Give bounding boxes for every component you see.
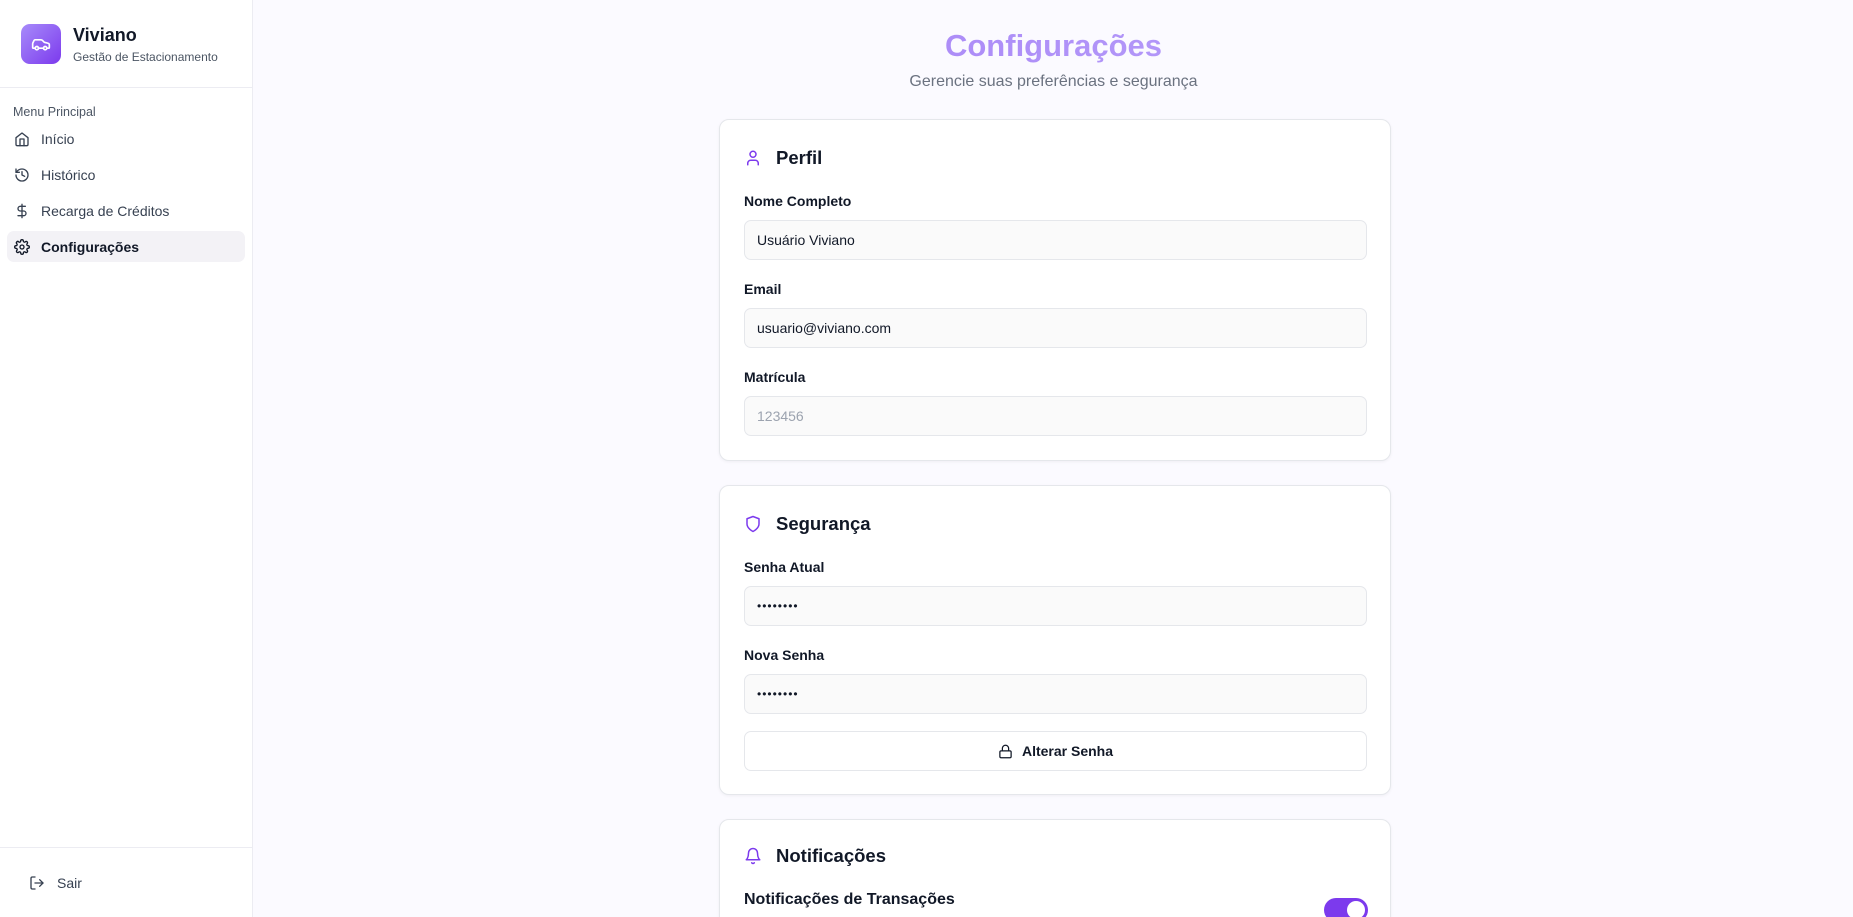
brand-name: Viviano — [73, 24, 137, 45]
menu-section-label: Menu Principal — [13, 105, 96, 119]
notifications-title-text: Notificações — [776, 845, 887, 866]
current-password-field[interactable] — [744, 586, 1367, 626]
dollar-icon — [14, 203, 30, 219]
new-password-field[interactable] — [744, 674, 1367, 714]
shield-icon — [744, 515, 762, 533]
sidebar-item-recarga[interactable]: Recarga de Créditos — [7, 195, 245, 226]
notifications-card-title: Notificações — [744, 845, 886, 867]
change-password-label: Alterar Senha — [1021, 743, 1114, 759]
full-name-field[interactable] — [744, 220, 1367, 260]
current-password-label: Senha Atual — [744, 559, 825, 575]
history-icon — [14, 167, 30, 183]
email-field[interactable] — [744, 308, 1367, 348]
sidebar-item-label: Configurações — [41, 238, 140, 255]
matricula-field[interactable] — [744, 396, 1367, 436]
notifications-card: Notificações Notificações de Transações — [719, 819, 1391, 917]
page-title: Configurações — [254, 28, 1853, 64]
page-subtitle: Gerencie suas preferências e segurança — [909, 73, 1198, 90]
home-icon — [14, 131, 30, 147]
logout-button[interactable]: Sair — [0, 847, 252, 917]
security-card: Segurança Senha Atual Nova Senha Alterar… — [719, 485, 1391, 795]
full-name-label: Nome Completo — [744, 193, 852, 209]
sidebar-item-label: Histórico — [41, 166, 96, 183]
brand-subtitle: Gestão de Estacionamento — [73, 49, 218, 64]
logout-label: Sair — [57, 874, 82, 891]
email-label: Email — [744, 281, 782, 297]
sidebar-item-label: Início — [41, 130, 75, 147]
user-icon — [744, 149, 762, 167]
change-password-button[interactable]: Alterar Senha — [744, 731, 1367, 771]
sidebar: Viviano Gestão de Estacionamento Menu Pr… — [0, 0, 253, 917]
sidebar-item-configuracoes[interactable]: Configurações — [7, 231, 245, 262]
transactions-notification-label: Notificações de Transações — [744, 891, 955, 908]
sidebar-item-label: Recarga de Créditos — [41, 202, 170, 219]
security-title-text: Segurança — [776, 513, 871, 534]
bell-icon — [744, 847, 762, 865]
security-card-title: Segurança — [744, 513, 871, 535]
sidebar-item-inicio[interactable]: Início — [7, 123, 245, 154]
toggle-knob — [1347, 901, 1365, 917]
transactions-notification-toggle[interactable] — [1324, 898, 1368, 917]
matricula-label: Matrícula — [744, 369, 806, 385]
profile-card-title: Perfil — [744, 147, 822, 169]
gear-icon — [14, 238, 30, 255]
car-icon — [21, 23, 61, 64]
brand-header: Viviano Gestão de Estacionamento — [0, 0, 252, 88]
sidebar-item-historico[interactable]: Histórico — [7, 159, 245, 190]
new-password-label: Nova Senha — [744, 647, 825, 663]
logout-icon — [29, 875, 45, 891]
profile-title-text: Perfil — [776, 147, 823, 168]
main-content: Configurações Gerencie suas preferências… — [254, 0, 1853, 917]
lock-icon — [998, 744, 1013, 759]
profile-card: Perfil Nome Completo Email Matrícula — [719, 119, 1391, 461]
sidebar-nav: Início Histórico Recarga de Créditos Con… — [0, 123, 252, 267]
